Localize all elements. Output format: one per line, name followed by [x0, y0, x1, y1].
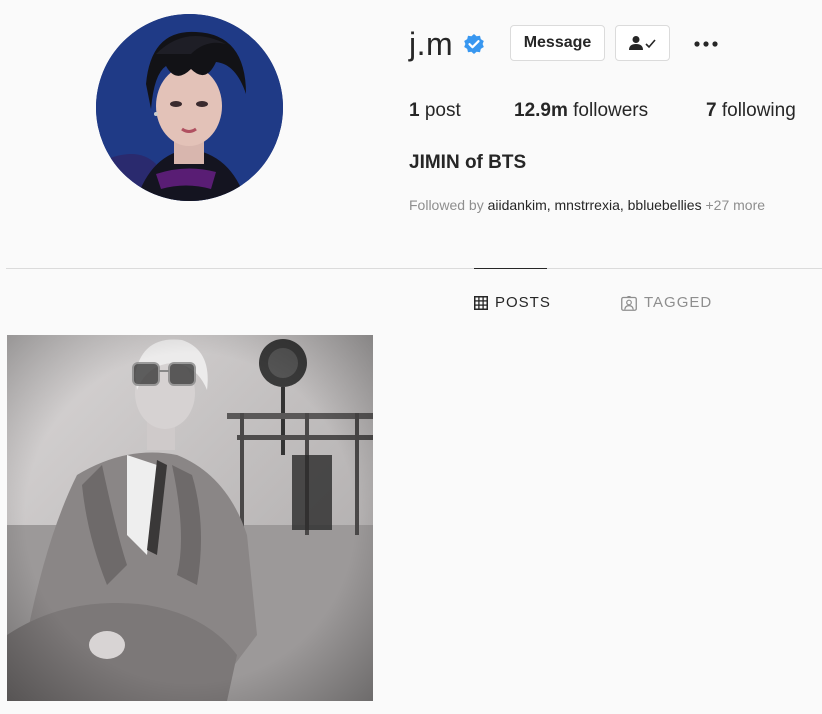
profile-username: j.m — [409, 26, 454, 62]
stat-following[interactable]: 7 following — [706, 98, 796, 124]
followed-by-names: aiidankim, mnstrrexia, bbluebellies — [487, 197, 702, 213]
tab-tagged[interactable]: TAGGED — [621, 294, 712, 312]
avatar-image — [96, 14, 283, 201]
stat-posts-count: 1 — [409, 100, 420, 121]
followed-by-more: +27 more — [705, 197, 766, 213]
tag-user-icon — [621, 295, 637, 311]
stat-followers-label: followers — [573, 100, 649, 121]
message-button[interactable]: Message — [510, 25, 605, 61]
stat-posts-label: post — [424, 100, 461, 121]
stat-posts: 1 post — [409, 98, 461, 124]
active-tab-indicator — [474, 268, 547, 269]
tab-posts-label: POSTS — [495, 294, 551, 311]
stat-following-count: 7 — [706, 100, 717, 121]
grid-icon — [474, 296, 488, 310]
profile-divider — [6, 268, 822, 269]
verified-badge-icon — [463, 33, 485, 60]
person-check-icon — [628, 36, 656, 50]
post-image — [7, 335, 373, 701]
post-thumbnail[interactable] — [7, 335, 373, 701]
tab-posts[interactable]: POSTS — [474, 294, 551, 312]
followed-by-prefix: Followed by — [409, 197, 484, 213]
stat-following-label: following — [721, 100, 796, 121]
following-button[interactable] — [615, 25, 670, 61]
more-options-icon[interactable] — [692, 34, 722, 54]
stat-followers[interactable]: 12.9m followers — [514, 98, 648, 124]
followed-by[interactable]: Followed by aiidankim, mnstrrexia, bblue… — [409, 196, 765, 214]
stat-followers-count: 12.9m — [514, 100, 568, 121]
tab-tagged-label: TAGGED — [644, 294, 713, 311]
profile-full-name: JIMIN of BTS — [409, 152, 527, 173]
profile-avatar[interactable] — [96, 14, 283, 201]
